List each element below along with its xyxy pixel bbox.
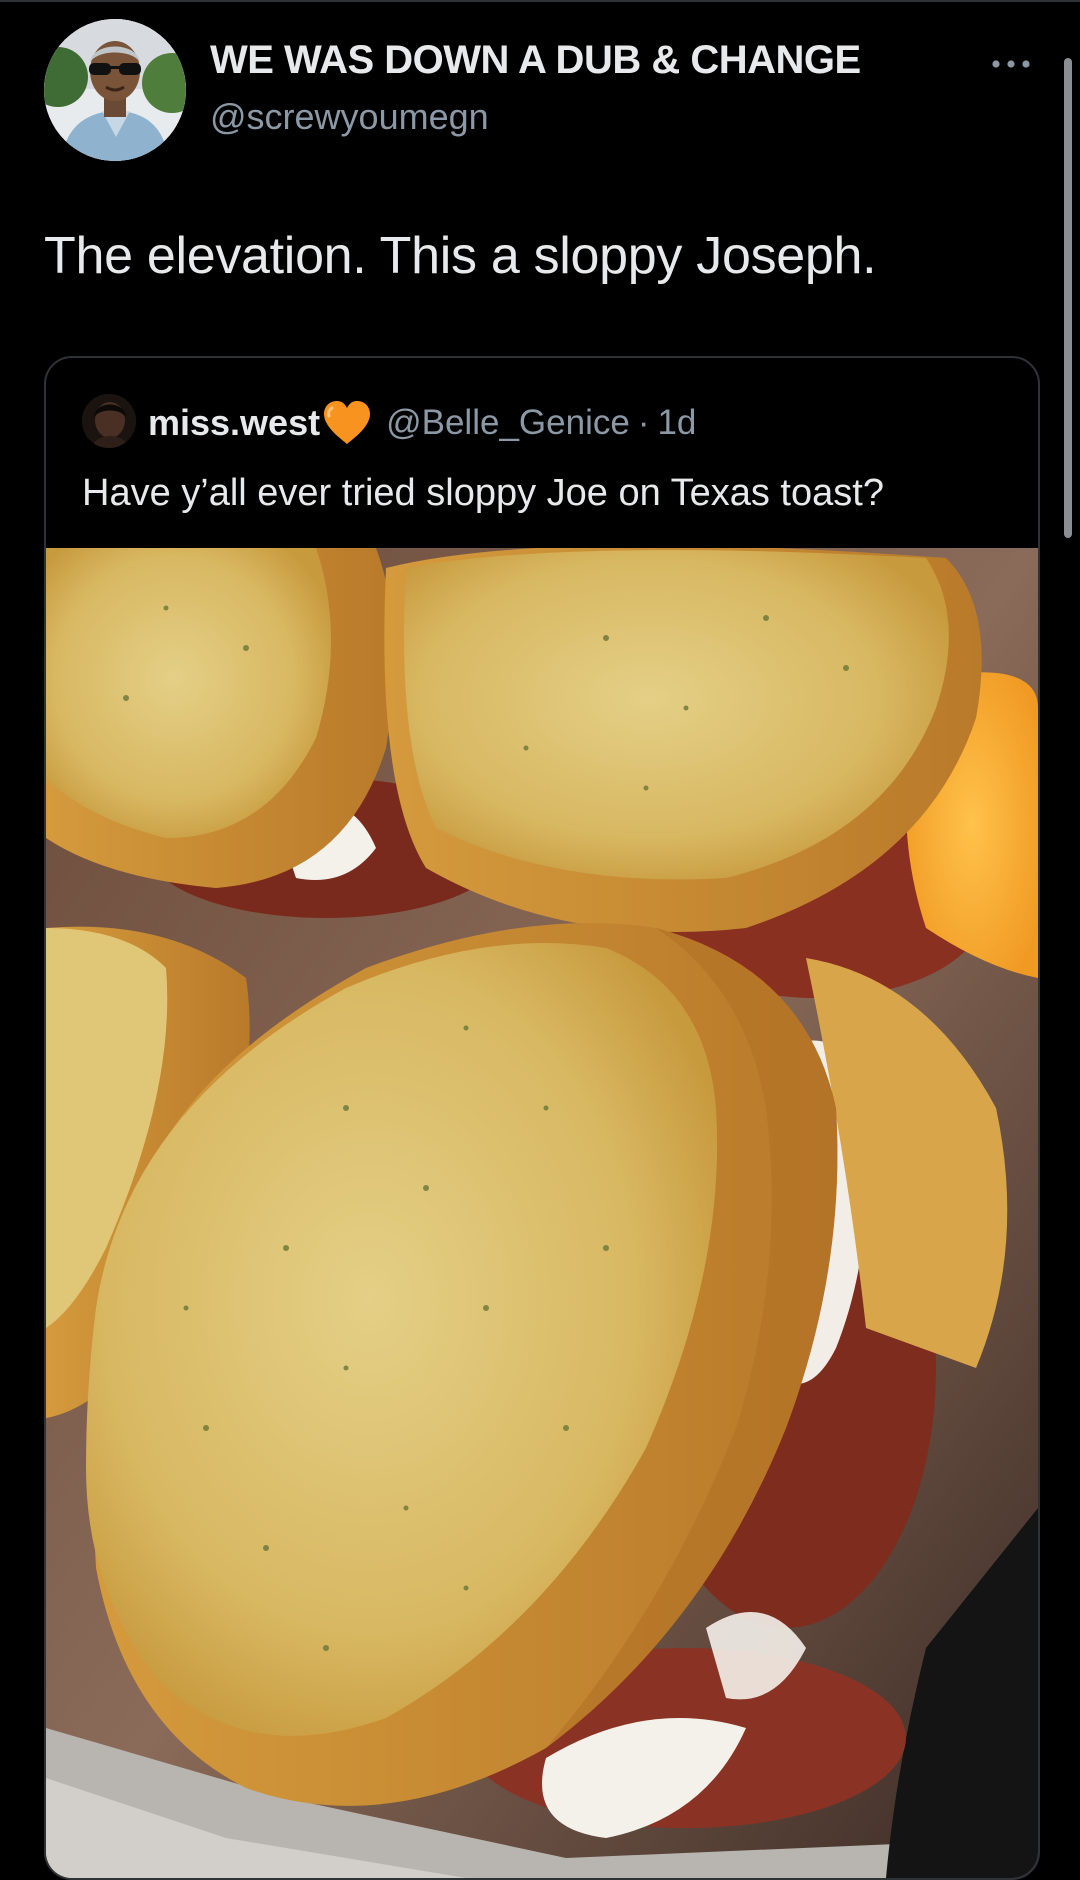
tweet-text: The elevation. This a sloppy Joseph. <box>44 227 877 285</box>
avatar-photo <box>44 19 186 161</box>
sloppy-joe-texas-toast-photo <box>46 545 1038 1878</box>
orange-heart-icon <box>324 401 371 444</box>
author-handle[interactable]: @screwyoumegn <box>210 96 489 138</box>
quoted-author-handle[interactable]: @Belle_Genice <box>386 403 630 443</box>
meta-separator: · <box>637 403 650 442</box>
quoted-author-display-name[interactable]: miss.west <box>148 402 320 444</box>
quoted-tweet-card[interactable]: miss.west @Belle_Genice · 1d Have y’all … <box>44 356 1040 1880</box>
quoted-author-avatar[interactable] <box>82 394 136 448</box>
top-divider <box>0 0 1080 2</box>
quoted-tweet-header: miss.west @Belle_Genice · 1d <box>148 400 696 446</box>
more-options-button[interactable] <box>986 52 1036 76</box>
quoted-tweet-text: Have y’all ever tried sloppy Joe on Texa… <box>82 472 884 514</box>
author-avatar[interactable] <box>44 19 186 161</box>
author-display-name[interactable]: WE WAS DOWN A DUB & CHANGE <box>210 38 861 83</box>
more-horizontal-icon <box>992 60 1030 68</box>
quoted-tweet-photo[interactable] <box>46 545 1038 1878</box>
quoted-avatar-photo <box>82 394 136 448</box>
scrollbar-thumb[interactable] <box>1064 58 1072 538</box>
quoted-tweet-timestamp[interactable]: 1d <box>657 403 696 443</box>
